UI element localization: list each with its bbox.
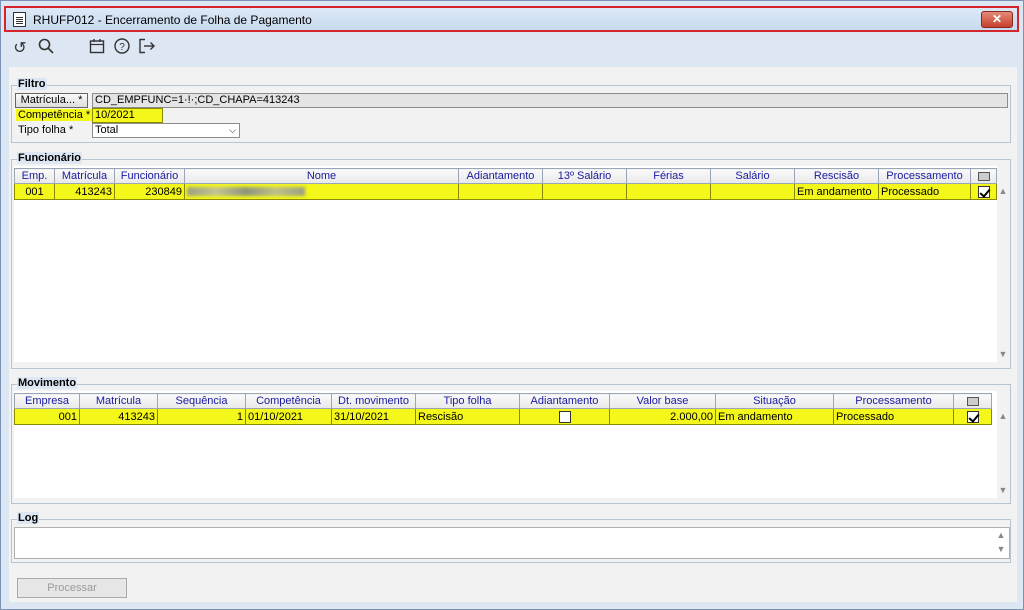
col-header[interactable]: Processamento (878, 168, 971, 184)
cell-funcionario[interactable]: 230849 (114, 183, 185, 200)
svg-text:?: ? (119, 42, 125, 53)
col-header[interactable]: Matrícula (54, 168, 115, 184)
cell-adiantamento[interactable] (519, 408, 610, 425)
table-row[interactable]: 001 413243 230849 Em andamento Processad… (14, 183, 997, 200)
col-header[interactable]: Adiantamento (519, 393, 610, 409)
cell-salario[interactable] (710, 183, 795, 200)
cell-valor-base[interactable]: 2.000,00 (609, 408, 716, 425)
movimento-title: Movimento (17, 377, 78, 389)
redacted-name (187, 187, 305, 197)
cell-empresa[interactable]: 001 (14, 408, 80, 425)
cell-check[interactable] (953, 408, 992, 425)
col-header[interactable]: Funcionário (114, 168, 185, 184)
cell-processamento[interactable]: Processado (878, 183, 971, 200)
col-header[interactable]: Tipo folha (415, 393, 520, 409)
cell-decimo[interactable] (542, 183, 627, 200)
chevron-down-icon: ⌵ (229, 125, 236, 135)
cell-competencia[interactable]: 01/10/2021 (245, 408, 332, 425)
col-header[interactable]: Dt. movimento (331, 393, 416, 409)
funcionario-panel: Funcionário Emp. Matrícula Funcionário N… (11, 152, 1011, 369)
scroll-up-icon[interactable]: ▲ (996, 186, 1010, 196)
select-all-header[interactable] (970, 168, 997, 184)
cell-matricula[interactable]: 413243 (54, 183, 115, 200)
competencia-label: Competência * (16, 109, 93, 121)
competencia-field[interactable]: 10/2021 (92, 108, 163, 123)
cell-ferias[interactable] (626, 183, 711, 200)
movimento-panel: Movimento Empresa Matrícula Sequência Co… (11, 377, 1011, 504)
cell-tipo-folha[interactable]: Rescisão (415, 408, 520, 425)
tipo-folha-value: Total (95, 124, 119, 136)
col-header[interactable]: Salário (710, 168, 795, 184)
scroll-up-icon[interactable]: ▲ (996, 411, 1010, 421)
cell-situacao[interactable]: Em andamento (715, 408, 834, 425)
movimento-header-row: Empresa Matrícula Sequência Competência … (14, 393, 992, 409)
cell-emp[interactable]: 001 (14, 183, 55, 200)
adiantamento-checkbox[interactable] (558, 410, 571, 423)
cell-sequencia[interactable]: 1 (157, 408, 246, 425)
cell-adiantamento[interactable] (458, 183, 543, 200)
toolbar: ↺ ? (9, 38, 209, 60)
movimento-table: Empresa Matrícula Sequência Competência … (14, 393, 992, 425)
processar-button[interactable]: Processar (17, 578, 127, 598)
col-header[interactable]: 13º Salário (542, 168, 627, 184)
col-header[interactable]: Férias (626, 168, 711, 184)
log-title: Log (17, 512, 40, 524)
cell-nome[interactable] (184, 183, 459, 200)
scroll-down-icon[interactable]: ▼ (996, 485, 1010, 495)
col-header[interactable]: Sequência (157, 393, 246, 409)
col-header[interactable]: Nome (184, 168, 459, 184)
filtro-panel: Filtro Matrícula... * CD_EMPFUNC=1·!·;CD… (11, 78, 1011, 143)
log-textarea[interactable] (14, 527, 1010, 559)
col-header[interactable]: Processamento (833, 393, 954, 409)
col-header[interactable]: Emp. (14, 168, 55, 184)
undo-icon[interactable]: ↺ (9, 38, 31, 60)
main-window: RHUFP012 - Encerramento de Folha de Paga… (0, 0, 1024, 610)
tipo-folha-select[interactable]: Total ⌵ (92, 123, 240, 138)
cell-processamento[interactable]: Processado (833, 408, 954, 425)
search-icon[interactable] (35, 38, 57, 60)
col-header[interactable]: Empresa (14, 393, 80, 409)
col-header[interactable]: Adiantamento (458, 168, 543, 184)
row-checkbox[interactable] (977, 185, 990, 198)
window-title: RHUFP012 - Encerramento de Folha de Paga… (33, 13, 312, 27)
select-all-header[interactable] (953, 393, 992, 409)
scroll-up-icon[interactable]: ▲ (994, 530, 1008, 540)
scroll-down-icon[interactable]: ▼ (996, 349, 1010, 359)
col-header[interactable]: Matrícula (79, 393, 158, 409)
matricula-button[interactable]: Matrícula... * (15, 93, 88, 108)
table-row[interactable]: 001 413243 1 01/10/2021 31/10/2021 Resci… (14, 408, 992, 425)
tipo-folha-label: Tipo folha * (18, 124, 74, 136)
matricula-field[interactable]: CD_EMPFUNC=1·!·;CD_CHAPA=413243 (92, 93, 1008, 108)
row-checkbox[interactable] (966, 410, 979, 423)
document-icon (13, 12, 26, 27)
col-header[interactable]: Competência (245, 393, 332, 409)
funcionario-header-row: Emp. Matrícula Funcionário Nome Adiantam… (14, 168, 997, 184)
close-button[interactable]: ✕ (981, 11, 1013, 28)
cell-matricula[interactable]: 413243 (79, 408, 158, 425)
filtro-title: Filtro (17, 78, 47, 90)
log-panel: Log ▲ ▼ (11, 512, 1011, 563)
select-all-icon[interactable] (966, 396, 979, 406)
cell-dt-movimento[interactable]: 31/10/2021 (331, 408, 416, 425)
cell-check[interactable] (970, 183, 997, 200)
help-icon[interactable]: ? (111, 38, 133, 60)
col-header[interactable]: Rescisão (794, 168, 879, 184)
col-header[interactable]: Situação (715, 393, 834, 409)
select-all-icon[interactable] (977, 171, 990, 181)
exit-icon[interactable] (136, 38, 158, 60)
funcionario-table: Emp. Matrícula Funcionário Nome Adiantam… (14, 168, 997, 200)
funcionario-title: Funcionário (17, 152, 82, 164)
cell-rescisao[interactable]: Em andamento (794, 183, 879, 200)
title-bar: RHUFP012 - Encerramento de Folha de Paga… (4, 6, 1019, 32)
calendar-icon[interactable] (86, 38, 108, 60)
scroll-down-icon[interactable]: ▼ (994, 544, 1008, 554)
col-header[interactable]: Valor base (609, 393, 716, 409)
